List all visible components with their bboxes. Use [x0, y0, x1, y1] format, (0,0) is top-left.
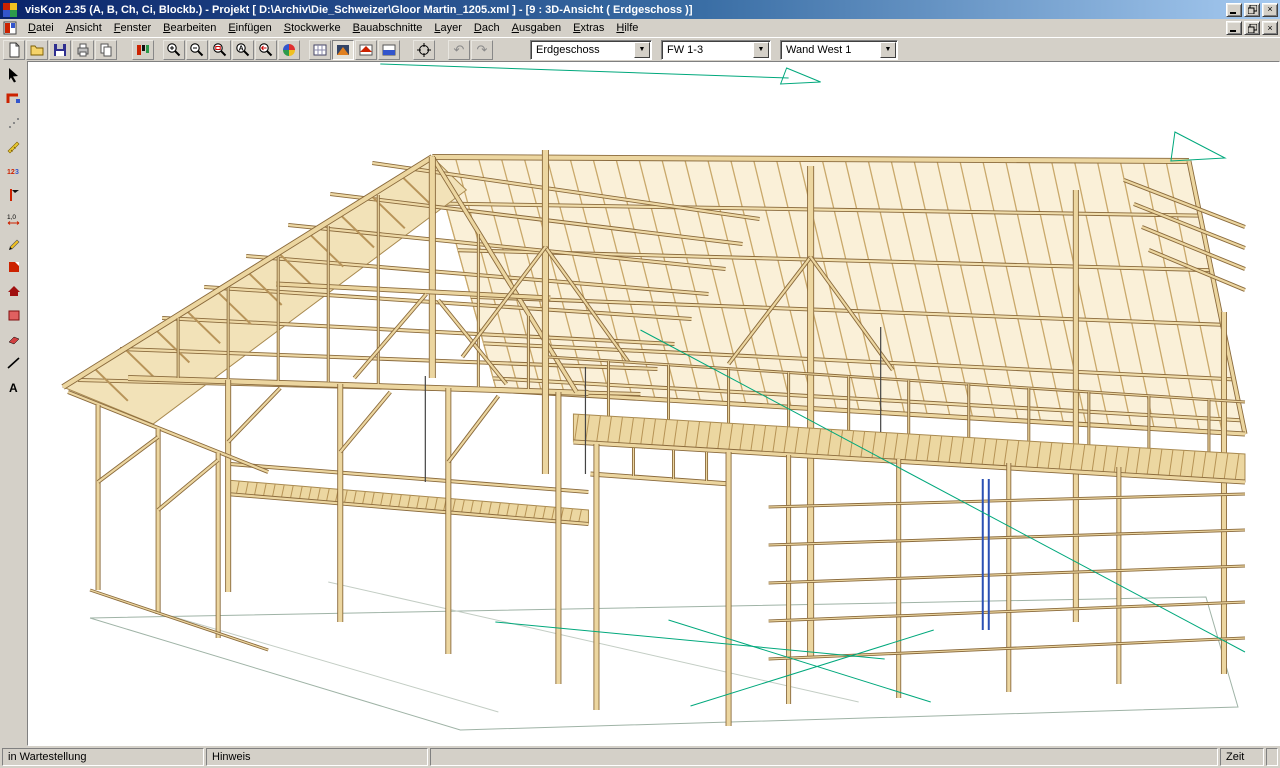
title-bar: visKon 2.35 (A, B, Ch, Ci, Blockb.) - Pr…	[0, 0, 1280, 19]
menu-dach[interactable]: Dach	[468, 20, 506, 36]
restore-button[interactable]	[1244, 3, 1260, 17]
mdi-minimize-button[interactable]	[1226, 21, 1242, 35]
mdi-restore-button[interactable]	[1244, 21, 1260, 35]
undo-icon[interactable]: ↶	[448, 40, 470, 60]
storey-combobox[interactable]: Erdgeschoss ▼	[530, 40, 652, 60]
menu-bar: Datei Ansicht Fenster Bearbeiten Einfüge…	[0, 19, 1280, 37]
menu-stockwerke[interactable]: Stockwerke	[278, 20, 347, 36]
status-end-panel	[1266, 748, 1278, 766]
dimension-tool-icon[interactable]	[3, 136, 25, 158]
roof	[63, 157, 1245, 434]
view-axo-icon[interactable]	[332, 40, 354, 60]
menu-ausgaben[interactable]: Ausgaben	[506, 20, 568, 36]
delete-tool-icon[interactable]	[3, 328, 25, 350]
status-time-label: Zeit	[1220, 748, 1264, 766]
numbering-tool-icon[interactable]: 123	[3, 160, 25, 182]
chevron-down-icon[interactable]: ▼	[634, 42, 650, 58]
section-tool-icon[interactable]	[3, 184, 25, 206]
svg-text:3: 3	[15, 169, 19, 176]
view-grid-icon[interactable]	[309, 40, 331, 60]
minimize-button[interactable]	[1226, 3, 1242, 17]
field-combobox[interactable]: FW 1-3 ▼	[661, 40, 771, 60]
print-icon[interactable]	[72, 40, 94, 60]
select-tool-icon[interactable]	[3, 64, 25, 86]
menu-bearbeiten[interactable]: Bearbeiten	[157, 20, 222, 36]
status-bar: in Wartestellung Hinweis Zeit	[0, 746, 1280, 768]
svg-text:12: 12	[7, 169, 15, 176]
wall-combobox[interactable]: Wand West 1 ▼	[780, 40, 898, 60]
line-tool-icon[interactable]	[3, 352, 25, 374]
redo-icon[interactable]: ↷	[471, 40, 493, 60]
3d-view-canvas[interactable]	[27, 61, 1280, 746]
zoom-out-icon[interactable]	[186, 40, 208, 60]
render-icon[interactable]	[278, 40, 300, 60]
measure-tool-icon[interactable]: 1,0	[3, 208, 25, 230]
view-shaded-icon[interactable]	[378, 40, 400, 60]
menu-extras[interactable]: Extras	[567, 20, 610, 36]
menu-einfuegen[interactable]: Einfügen	[222, 20, 277, 36]
field-value: FW 1-3	[662, 44, 752, 56]
tool-palette: 123 1,0 A	[0, 61, 27, 746]
svg-text:A: A	[9, 381, 18, 395]
menu-fenster[interactable]: Fenster	[108, 20, 157, 36]
main-toolbar: A ↶ ↷ Erdgeschoss ▼ FW 1-3 ▼ Wand West 1…	[0, 37, 1280, 61]
pencil-tool-icon[interactable]	[3, 232, 25, 254]
storey-value: Erdgeschoss	[531, 44, 633, 56]
app-icon	[3, 3, 19, 17]
zoom-window-icon[interactable]	[209, 40, 231, 60]
menu-layer[interactable]: Layer	[428, 20, 468, 36]
new-document-icon[interactable]	[3, 40, 25, 60]
open-folder-icon[interactable]	[26, 40, 48, 60]
wall-value: Wand West 1	[781, 44, 879, 56]
menu-bauabschnitte[interactable]: Bauabschnitte	[347, 20, 429, 36]
menu-ansicht[interactable]: Ansicht	[60, 20, 108, 36]
3d-scene	[28, 62, 1279, 745]
snap-points-icon[interactable]	[3, 112, 25, 134]
window-title: visKon 2.35 (A, B, Ch, Ci, Blockb.) - Pr…	[22, 4, 1224, 16]
panel-tool-icon[interactable]	[3, 304, 25, 326]
svg-text:A: A	[239, 45, 244, 52]
marker-tool-icon[interactable]	[3, 256, 25, 278]
zoom-previous-icon[interactable]	[255, 40, 277, 60]
close-button[interactable]: ×	[1262, 3, 1278, 17]
menu-datei[interactable]: Datei	[22, 20, 60, 36]
save-icon[interactable]	[49, 40, 71, 60]
chevron-down-icon[interactable]: ▼	[880, 42, 896, 58]
menu-hilfe[interactable]: Hilfe	[610, 20, 644, 36]
main-area: 123 1,0 A	[0, 61, 1280, 746]
copy-icon[interactable]	[95, 40, 117, 60]
document-system-icon[interactable]	[3, 21, 19, 35]
center-icon[interactable]	[413, 40, 435, 60]
status-hint: Hinweis	[206, 748, 428, 766]
mdi-close-button[interactable]: ×	[1262, 21, 1278, 35]
roof-tool-icon[interactable]	[3, 280, 25, 302]
chevron-down-icon[interactable]: ▼	[753, 42, 769, 58]
svg-text:1,0: 1,0	[7, 214, 16, 221]
text-tool-icon[interactable]: A	[3, 376, 25, 398]
wall-tool-icon[interactable]	[3, 88, 25, 110]
status-mode: in Wartestellung	[2, 748, 204, 766]
view-roof-icon[interactable]	[355, 40, 377, 60]
ground-outline	[90, 582, 1238, 730]
zoom-all-icon[interactable]: A	[232, 40, 254, 60]
zoom-in-icon[interactable]	[163, 40, 185, 60]
status-message	[430, 748, 1218, 766]
project-icon[interactable]	[132, 40, 154, 60]
